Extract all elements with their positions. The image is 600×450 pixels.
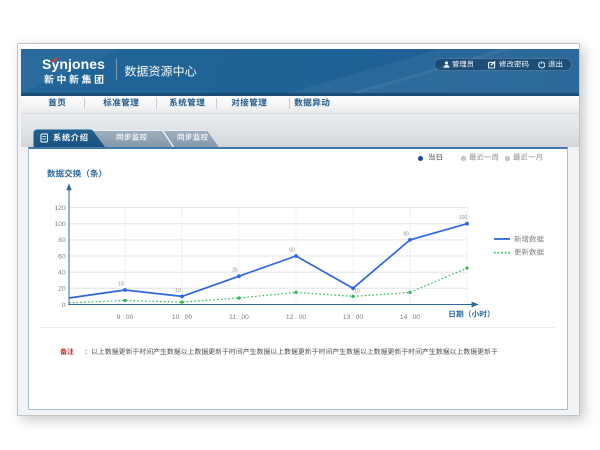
svg-text:10: 10 bbox=[354, 288, 360, 294]
svg-text:60: 60 bbox=[58, 253, 66, 260]
svg-text:120: 120 bbox=[54, 205, 65, 212]
svg-text:60: 60 bbox=[289, 248, 295, 254]
svg-text:35: 35 bbox=[232, 268, 238, 274]
svg-text:11 : 00: 11 : 00 bbox=[229, 314, 249, 321]
svg-text:12 : 00: 12 : 00 bbox=[286, 314, 306, 321]
svg-text:20: 20 bbox=[58, 286, 66, 293]
svg-text:10: 10 bbox=[175, 288, 181, 294]
svg-text:80: 80 bbox=[58, 237, 66, 244]
svg-text:0: 0 bbox=[62, 302, 66, 309]
svg-text:13 : 00: 13 : 00 bbox=[343, 314, 363, 321]
svg-text:10 : 00: 10 : 00 bbox=[172, 314, 192, 321]
svg-text:100: 100 bbox=[54, 221, 65, 228]
svg-text:9 : 00: 9 : 00 bbox=[117, 314, 134, 321]
svg-text:40: 40 bbox=[58, 270, 66, 277]
svg-text:80: 80 bbox=[403, 231, 409, 237]
svg-text:100: 100 bbox=[459, 215, 468, 221]
svg-text:14 : 00: 14 : 00 bbox=[400, 314, 420, 321]
svg-text:18: 18 bbox=[118, 282, 124, 288]
